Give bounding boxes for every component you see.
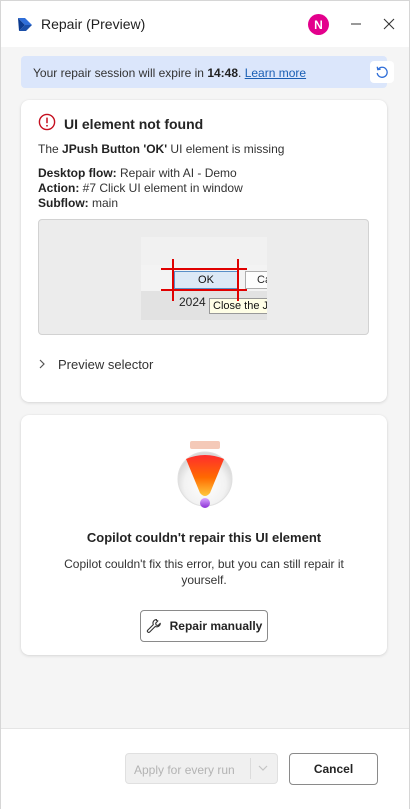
action-value: #7 Click UI element in window <box>79 181 243 195</box>
copilot-card: Copilot couldn't repair this UI element … <box>21 415 387 655</box>
title-bar: Repair (Preview) N <box>1 1 409 47</box>
element-screenshot-preview: OK Ca 2024 Close the J <box>38 219 369 335</box>
cancel-button[interactable]: Cancel <box>289 753 378 785</box>
repair-window: Repair (Preview) N Your repair session w… <box>0 0 410 809</box>
close-button[interactable] <box>377 12 401 36</box>
banner-time: 14:48 <box>207 66 239 80</box>
desktop-flow-value: Repair with AI - Demo <box>116 166 237 180</box>
subflow-line: Subflow: main <box>38 196 118 210</box>
screenshot-top-area <box>141 237 267 265</box>
copilot-icon <box>177 441 233 508</box>
error-card: UI element not found The JPush Button 'O… <box>21 100 387 402</box>
error-icon <box>38 113 56 131</box>
banner-suffix: . <box>238 66 245 80</box>
apply-for-every-run-button: Apply for every run <box>125 753 278 784</box>
error-desc-suffix: UI element is missing <box>167 142 285 156</box>
error-title: UI element not found <box>64 116 204 132</box>
error-description: The JPush Button 'OK' UI element is miss… <box>38 142 284 156</box>
power-automate-icon <box>18 18 32 31</box>
chevron-down-icon <box>258 765 268 771</box>
action-line: Action: #7 Click UI element in window <box>38 181 243 195</box>
subflow-value: main <box>88 196 118 210</box>
session-expiry-banner: Your repair session will expire in 14:48… <box>21 56 394 88</box>
close-icon <box>383 18 395 30</box>
preview-selector-toggle[interactable]: Preview selector <box>38 357 153 372</box>
window-title: Repair (Preview) <box>41 16 146 32</box>
avatar-initial: N <box>314 17 323 32</box>
preview-selector-label: Preview selector <box>58 357 154 372</box>
apply-label: Apply for every run <box>134 763 235 777</box>
banner-text: Your repair session will expire in 14:48… <box>33 66 306 80</box>
cancel-label: Cancel <box>313 762 354 776</box>
avatar[interactable]: N <box>308 14 329 35</box>
error-desc-prefix: The <box>38 142 63 156</box>
refresh-button[interactable] <box>370 61 394 83</box>
screenshot-cancel-button: Ca <box>245 271 267 289</box>
highlight-line-left <box>172 259 174 301</box>
repair-manually-button[interactable]: Repair manually <box>140 610 268 642</box>
minimize-button[interactable] <box>344 12 368 36</box>
subflow-label: Subflow: <box>38 196 89 210</box>
minimize-icon <box>351 23 361 25</box>
apply-divider <box>250 758 251 779</box>
desktop-flow-label: Desktop flow: <box>38 166 117 180</box>
copilot-description: Copilot couldn't fix this error, but you… <box>64 557 344 587</box>
desktop-flow-line: Desktop flow: Repair with AI - Demo <box>38 166 237 180</box>
repair-manually-label: Repair manually <box>169 619 263 633</box>
refresh-icon <box>376 66 388 78</box>
screenshot-ok-button: OK <box>174 271 238 289</box>
action-label: Action: <box>38 181 80 195</box>
chevron-right-icon <box>38 357 50 372</box>
learn-more-link[interactable]: Learn more <box>245 66 306 80</box>
element-screenshot: OK Ca 2024 Close the J <box>141 237 267 320</box>
footer-bar: Apply for every run Cancel <box>1 728 409 809</box>
error-element-name: JPush Button 'OK' <box>62 142 168 156</box>
highlight-line-right <box>237 259 239 301</box>
copilot-title: Copilot couldn't repair this UI element <box>86 530 322 545</box>
wrench-icon <box>146 618 161 633</box>
banner-prefix: Your repair session will expire in <box>33 66 208 80</box>
screenshot-year-label: 2024 <box>179 295 206 309</box>
